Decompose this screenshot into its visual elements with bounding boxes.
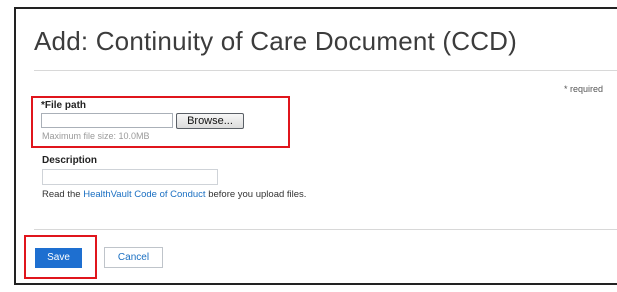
page-title: Add: Continuity of Care Document (CCD)	[34, 26, 518, 56]
cancel-button[interactable]: Cancel	[104, 247, 163, 268]
conduct-prefix: Read the	[42, 189, 84, 200]
description-label: Description	[42, 155, 98, 166]
code-of-conduct-note: Read the HealthVault Code of Conduct bef…	[42, 189, 306, 200]
file-path-label: *File path	[41, 100, 87, 111]
description-input[interactable]	[42, 169, 218, 185]
code-of-conduct-link[interactable]: HealthVault Code of Conduct	[83, 189, 205, 200]
browse-button[interactable]: Browse...	[176, 113, 244, 129]
actions-divider	[34, 229, 617, 230]
file-path-input[interactable]	[41, 113, 173, 128]
required-note: * required	[564, 84, 604, 94]
max-file-size-hint: Maximum file size: 10.0MB	[42, 131, 150, 141]
save-button[interactable]: Save	[35, 248, 82, 268]
conduct-suffix: before you upload files.	[205, 189, 307, 200]
title-divider	[34, 70, 617, 71]
